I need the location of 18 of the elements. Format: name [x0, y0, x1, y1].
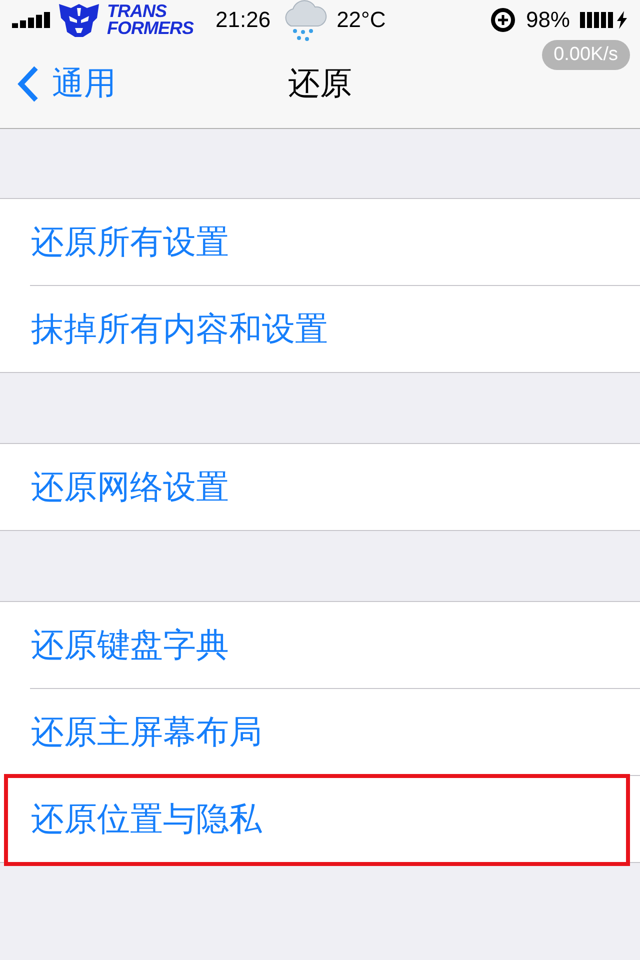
network-speed-badge: 0.00K/s	[542, 40, 630, 70]
battery-percent: 98%	[526, 7, 570, 33]
reset-option[interactable]: 还原键盘字典	[31, 622, 229, 668]
rotation-lock-icon	[490, 7, 516, 33]
chevron-left-icon	[16, 65, 40, 103]
clock-time: 21:26	[216, 7, 271, 33]
battery-icon	[580, 10, 628, 30]
reset-option[interactable]: 还原主屏幕布局	[31, 710, 262, 754]
reset-option[interactable]: 还原网络设置	[31, 464, 229, 510]
temperature-text: 22°C	[336, 7, 386, 33]
reset-option[interactable]: 抹掉所有内容和设置	[31, 306, 328, 352]
back-button[interactable]: 通用	[16, 62, 116, 106]
logo-text: FORMERS	[107, 20, 194, 37]
page-title: 还原	[288, 64, 352, 103]
reset-option[interactable]: 还原位置与隐私	[31, 796, 262, 842]
reset-option[interactable]: 还原所有设置	[31, 220, 229, 264]
signal-icon	[12, 12, 50, 28]
logo-text: TRANS	[107, 3, 168, 20]
